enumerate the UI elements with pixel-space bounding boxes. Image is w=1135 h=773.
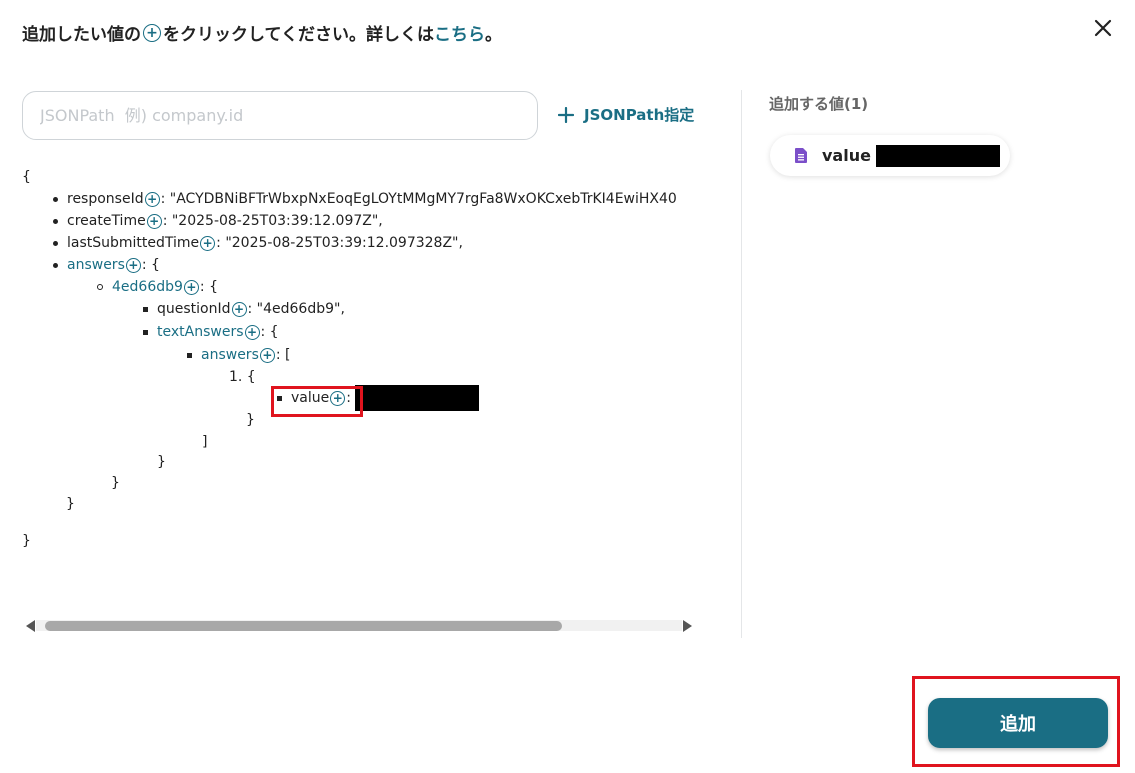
redacted-value bbox=[354, 385, 479, 411]
list-item-marker: 1. { bbox=[229, 369, 256, 385]
tree-row-createTime: createTime + : "2025-08-25T03:39:12.097Z… bbox=[53, 210, 383, 232]
close-array: ] bbox=[202, 434, 208, 450]
suffix-answers: : { bbox=[141, 257, 160, 273]
tree-row-questionId: questionId + : "4ed66db9", bbox=[143, 298, 345, 320]
add-answer-id-icon[interactable]: + bbox=[183, 279, 199, 295]
scroll-left-icon[interactable] bbox=[26, 620, 35, 632]
add-answers-icon[interactable]: + bbox=[125, 257, 141, 273]
jsonpath-specify-button[interactable]: JSONPath指定 bbox=[558, 104, 694, 125]
value-createTime: : "2025-08-25T03:39:12.097Z", bbox=[162, 213, 383, 229]
key-responseId: responseId bbox=[67, 191, 144, 207]
plus-icon bbox=[558, 106, 574, 123]
close-list-item: } bbox=[246, 412, 255, 428]
bullet bbox=[143, 329, 148, 335]
add-textAnswers-icon[interactable]: + bbox=[244, 324, 260, 340]
suffix-textAnswers: : { bbox=[260, 324, 279, 340]
value-highlight-box bbox=[271, 386, 363, 417]
value-lastSubmittedTime: : "2025-08-25T03:39:12.097328Z", bbox=[216, 235, 463, 251]
instruction-trailing: 。 bbox=[484, 25, 502, 45]
tree-row-list-item: 1. { bbox=[229, 366, 256, 388]
horizontal-scrollbar[interactable] bbox=[22, 616, 696, 636]
close-answers: } bbox=[66, 496, 75, 512]
bullet bbox=[143, 306, 148, 312]
value-questionId: : "4ed66db9", bbox=[247, 301, 345, 317]
document-icon bbox=[795, 148, 807, 163]
scroll-right-icon[interactable] bbox=[683, 620, 692, 632]
add-createTime-icon[interactable]: + bbox=[146, 213, 162, 229]
instruction-prefix: 追加したい値の bbox=[22, 25, 141, 45]
key-questionId: questionId bbox=[157, 301, 231, 317]
key-textAnswers[interactable]: textAnswers bbox=[157, 321, 244, 343]
close-answer-id: } bbox=[111, 475, 120, 491]
close-button[interactable] bbox=[1089, 14, 1117, 42]
jsonpath-input[interactable] bbox=[22, 91, 538, 140]
value-responseId: : "ACYDBNiBFTrWbxpNxEoqEgLOYtMMgMY7rgFa8… bbox=[160, 191, 677, 207]
key-lastSubmittedTime: lastSubmittedTime bbox=[67, 235, 200, 251]
chip-redacted-value bbox=[875, 144, 1000, 167]
key-answer-id[interactable]: 4ed66db9 bbox=[112, 276, 183, 298]
key-answers[interactable]: answers bbox=[67, 254, 125, 276]
bullet bbox=[53, 262, 58, 268]
add-responseId-icon[interactable]: + bbox=[144, 191, 160, 207]
tree-row-answers: answers + : { bbox=[53, 254, 160, 276]
added-value-chip[interactable]: value bbox=[770, 135, 1010, 176]
jsonpath-specify-label: JSONPath指定 bbox=[584, 106, 695, 124]
bullet bbox=[53, 196, 58, 202]
key-inner-answers[interactable]: answers bbox=[201, 344, 259, 366]
chip-label: value bbox=[822, 146, 871, 165]
panel-divider bbox=[741, 90, 742, 638]
add-questionId-icon[interactable]: + bbox=[231, 301, 247, 317]
root-open-brace: { bbox=[22, 169, 31, 185]
bullet bbox=[187, 352, 192, 358]
close-text-answers: } bbox=[157, 454, 166, 470]
suffix-answer-id: : { bbox=[199, 279, 218, 295]
close-icon bbox=[1094, 19, 1112, 37]
tree-row-answer-id: 4ed66db9 + : { bbox=[97, 276, 218, 298]
key-createTime: createTime bbox=[67, 213, 146, 229]
help-link[interactable]: こちら bbox=[434, 20, 485, 45]
added-values-title: 追加する値(1) bbox=[769, 95, 869, 113]
tree-row-inner-answers: answers + : [ bbox=[187, 344, 291, 366]
bullet bbox=[97, 284, 103, 290]
suffix-inner-answers: : [ bbox=[275, 347, 291, 363]
modal-instruction: 追加したい値の + をクリックしてください。詳しくは こちら 。 bbox=[22, 20, 502, 45]
close-root: } bbox=[22, 533, 31, 549]
bullet bbox=[53, 240, 58, 246]
plus-circle-icon: + bbox=[143, 23, 161, 42]
add-inner-answers-icon[interactable]: + bbox=[259, 347, 275, 363]
add-button[interactable]: 追加 bbox=[928, 698, 1108, 748]
tree-row-responseId: responseId + : "ACYDBNiBFTrWbxpNxEoqEgLO… bbox=[53, 188, 677, 210]
add-value-modal: 追加したい値の + をクリックしてください。詳しくは こちら 。 JSONPat… bbox=[0, 0, 1135, 773]
bullet bbox=[53, 218, 58, 224]
scrollbar-thumb[interactable] bbox=[45, 621, 562, 631]
add-lastSubmittedTime-icon[interactable]: + bbox=[200, 235, 216, 251]
tree-row-lastSubmittedTime: lastSubmittedTime + : "2025-08-25T03:39:… bbox=[53, 232, 463, 254]
instruction-suffix: をクリックしてください。詳しくは bbox=[163, 25, 434, 45]
tree-row-textAnswers: textAnswers + : { bbox=[143, 321, 279, 343]
